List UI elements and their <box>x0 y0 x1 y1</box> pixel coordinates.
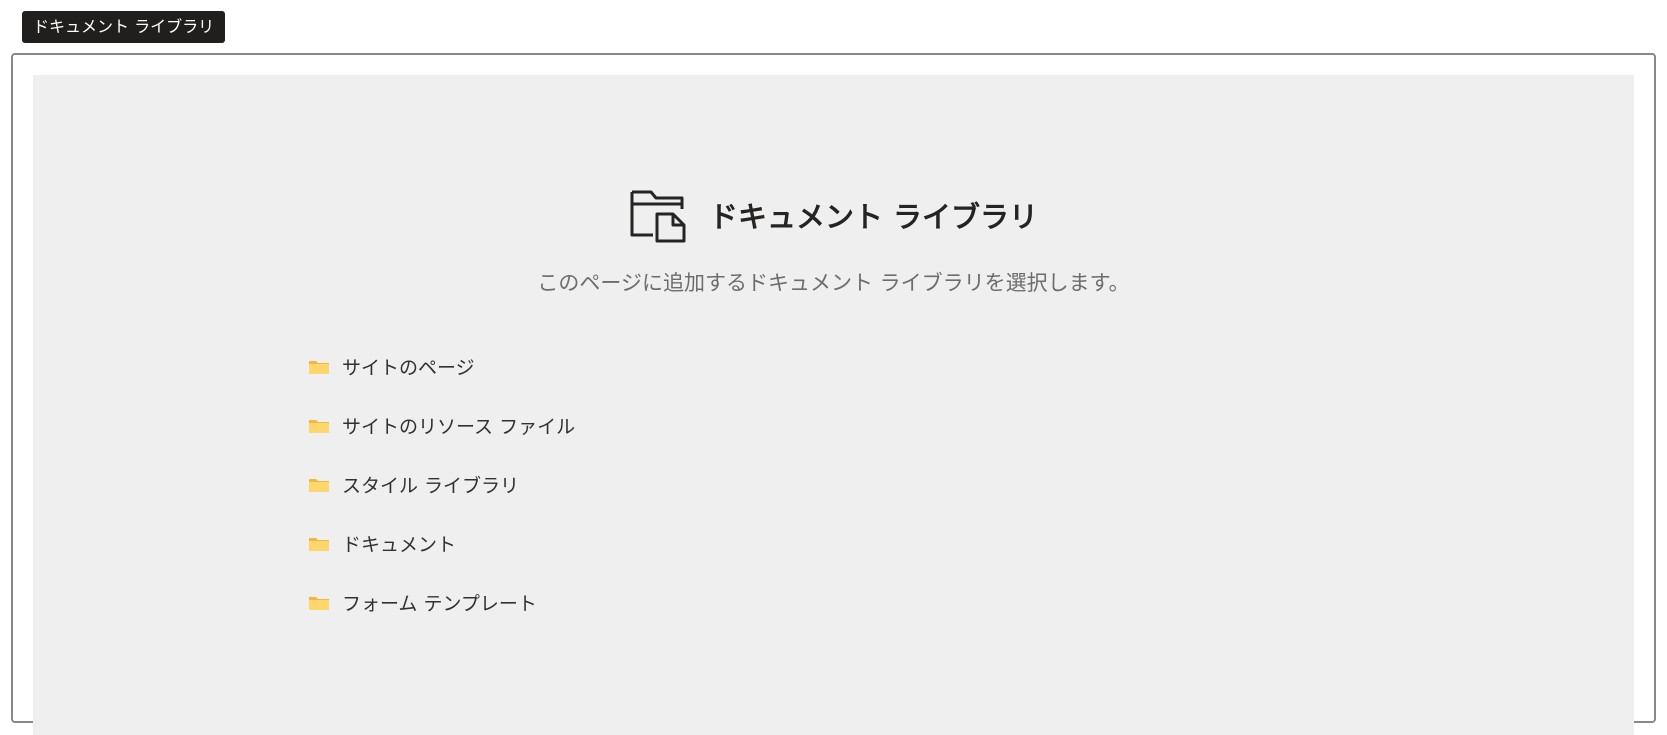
library-item-label: サイトのリソース ファイル <box>342 416 576 438</box>
library-item-label: フォーム テンプレート <box>342 593 537 615</box>
folder-icon <box>308 477 330 493</box>
placeholder-description: このページに追加するドキュメント ライブラリを選択します。 <box>537 271 1130 295</box>
folder-icon <box>308 595 330 611</box>
library-item-label: ドキュメント <box>342 534 457 556</box>
folder-icon <box>308 359 330 375</box>
webpart-frame[interactable]: ドキュメント ライブラリ このページに追加するドキュメント ライブラリを選択しま… <box>11 53 1656 735</box>
library-item-site-assets[interactable]: サイトのリソース ファイル <box>308 396 575 455</box>
library-item-documents[interactable]: ドキュメント <box>308 514 575 573</box>
library-item-form-templates[interactable]: フォーム テンプレート <box>308 573 575 632</box>
library-item-label: スタイル ライブラリ <box>342 475 520 497</box>
library-item-style-library[interactable]: スタイル ライブラリ <box>308 455 575 514</box>
library-item-site-pages[interactable]: サイトのページ <box>308 337 575 396</box>
placeholder-heading: ドキュメント ライブラリ <box>33 185 1634 245</box>
library-item-label: サイトのページ <box>342 357 475 379</box>
folder-icon <box>308 418 330 434</box>
webpart-placeholder: ドキュメント ライブラリ このページに追加するドキュメント ライブラリを選択しま… <box>33 75 1634 735</box>
library-list: サイトのページ サイトのリソース ファイル スタイル ライブラリ ドキュメント <box>308 337 575 632</box>
webpart-tag-label[interactable]: ドキュメント ライブラリ <box>22 11 226 43</box>
document-library-icon <box>629 187 689 243</box>
folder-icon <box>308 536 330 552</box>
placeholder-title: ドキュメント ライブラリ <box>708 200 1039 234</box>
